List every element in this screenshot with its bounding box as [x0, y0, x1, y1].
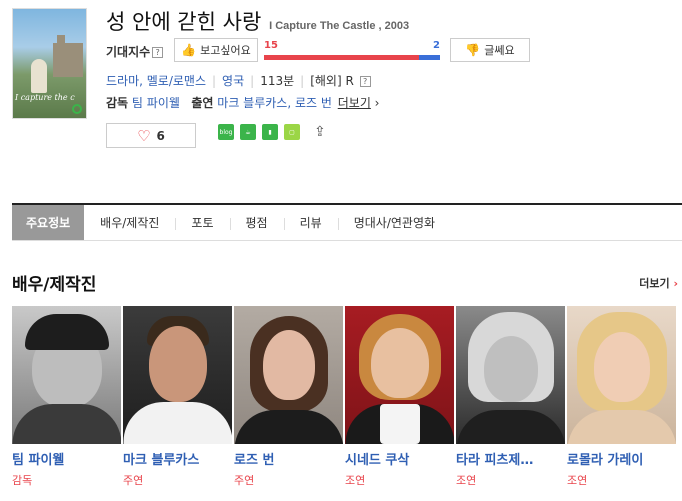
title-english: I Capture The Castle , 2003	[269, 20, 410, 32]
person-role: 주연	[234, 474, 255, 487]
share-icons: blog ☕ ▮ ▢	[218, 124, 300, 140]
person-role: 주연	[123, 474, 144, 487]
meh-count: 2	[433, 40, 440, 51]
want-count: 15	[264, 40, 278, 51]
person-role: 조연	[567, 474, 588, 487]
person-name[interactable]: 타라 피츠제…	[456, 449, 565, 468]
person-photo[interactable]	[345, 306, 454, 444]
people-list: 팀 파이웰 감독 마크 블루카스 주연 로즈 번 주연 시네드 쿠삭 조연 타라…	[12, 306, 676, 488]
country-link[interactable]: 영국	[222, 74, 244, 88]
share-icon[interactable]: ⇪	[314, 124, 326, 140]
tab-cast-crew[interactable]: 배우/제작진	[84, 205, 175, 240]
person-name[interactable]: 로몰라 가레이	[567, 449, 676, 468]
person-photo[interactable]	[12, 306, 121, 444]
cast-link[interactable]: 마크 블루카스, 로즈 번	[217, 96, 332, 110]
movie-meta: 드라마, 멜로/로맨스 | 영국 | 113분 | [해외] R ?	[106, 72, 371, 89]
runtime: 113분	[260, 74, 295, 88]
movie-poster[interactable]: I capture the c	[12, 8, 87, 119]
person-name[interactable]: 로즈 번	[234, 449, 343, 468]
expect-bar-fill	[264, 55, 419, 60]
person-card[interactable]: 마크 블루카스 주연	[123, 306, 232, 488]
person-card[interactable]: 로즈 번 주연	[234, 306, 343, 488]
blog-share-icon[interactable]: blog	[218, 124, 234, 140]
not-sure-button[interactable]: 👎 글쎄요	[450, 38, 530, 62]
poster-figure	[31, 59, 47, 93]
person-card[interactable]: 로몰라 가레이 조연	[567, 306, 676, 488]
heart-icon: ♡	[137, 126, 151, 145]
expectation-index: 기대지수? 👍 보고싶어요 15 2 👎 글쎄요	[106, 38, 536, 64]
section-title: 배우/제작진	[12, 275, 97, 295]
expect-bar: 15 2	[264, 40, 440, 62]
rating-help-icon[interactable]: ?	[359, 76, 371, 87]
like-button[interactable]: ♡ 6	[106, 123, 196, 148]
person-name[interactable]: 마크 블루카스	[123, 449, 232, 468]
person-card[interactable]: 타라 피츠제… 조연	[456, 306, 565, 488]
person-role: 감독	[12, 474, 33, 487]
chevron-right-icon: ›	[370, 96, 380, 110]
tab-main-info[interactable]: 주요정보	[12, 205, 85, 240]
thumb-down-icon: 👎	[465, 43, 481, 57]
rating: R	[345, 74, 354, 88]
person-photo[interactable]	[123, 306, 232, 444]
chevron-right-icon: ›	[673, 277, 678, 290]
person-card[interactable]: 팀 파이웰 감독	[12, 306, 121, 488]
person-role: 조연	[345, 474, 366, 487]
tab-photo[interactable]: 포토	[175, 205, 229, 240]
zoom-icon[interactable]	[72, 104, 82, 114]
poster-castle	[53, 35, 83, 77]
expect-bar-track	[264, 55, 440, 60]
director-label: 감독	[106, 96, 129, 110]
memo-share-icon[interactable]: ▢	[284, 124, 300, 140]
cast-label: 출연	[191, 96, 214, 110]
bookmark-share-icon[interactable]: ▮	[262, 124, 278, 140]
release-region: [해외]	[310, 74, 342, 88]
tab-quotes-related[interactable]: 명대사/연관영화	[337, 205, 451, 240]
cafe-share-icon[interactable]: ☕	[240, 124, 256, 140]
thumb-up-icon: 👍	[181, 43, 197, 57]
tab-review[interactable]: 리뷰	[283, 205, 338, 240]
tab-rating[interactable]: 평점	[229, 205, 284, 240]
section-more-link[interactable]: 더보기 ›	[639, 275, 678, 291]
like-count: 6	[156, 128, 165, 143]
movie-title: 성 안에 갇힌 사랑 I Capture The Castle , 2003	[106, 6, 409, 36]
help-icon[interactable]: ?	[152, 47, 164, 58]
person-name[interactable]: 팀 파이웰	[12, 449, 121, 468]
director-link[interactable]: 팀 파이웰	[132, 96, 180, 110]
credits: 감독 팀 파이웰 출연 마크 블루카스, 로즈 번 더보기 ›	[106, 94, 379, 111]
title-korean: 성 안에 갇힌 사랑	[106, 10, 262, 34]
person-photo[interactable]	[567, 306, 676, 444]
person-role: 조연	[456, 474, 477, 487]
want-to-see-button[interactable]: 👍 보고싶어요	[174, 38, 258, 62]
person-name[interactable]: 시네드 쿠삭	[345, 449, 454, 468]
expect-label: 기대지수?	[106, 43, 164, 60]
person-photo[interactable]	[456, 306, 565, 444]
genre-link[interactable]: 드라마, 멜로/로맨스	[106, 74, 206, 88]
person-photo[interactable]	[234, 306, 343, 444]
person-card[interactable]: 시네드 쿠삭 조연	[345, 306, 454, 488]
credits-more-link[interactable]: 더보기	[338, 96, 371, 110]
poster-title: I capture the c	[15, 93, 75, 102]
tab-bar: 주요정보 배우/제작진 포토 평점 리뷰 명대사/연관영화	[12, 203, 682, 241]
